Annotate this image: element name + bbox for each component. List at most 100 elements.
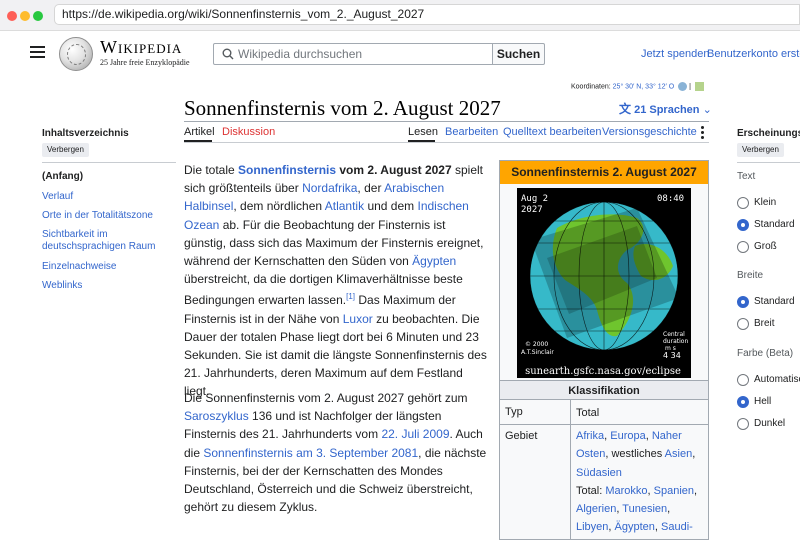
link-asien[interactable]: Asien (665, 448, 693, 460)
infobox: Sonnenfinsternis 2. August 2027 Aug 2 20… (499, 160, 709, 540)
main-menu-icon[interactable] (30, 46, 45, 59)
eclipse-map-image[interactable]: Aug 2 2027 08:40 © 2000 A.T.Sinclair Cen… (517, 188, 691, 378)
radio-color-dunkel[interactable] (737, 418, 749, 430)
image-duration-value: 4 34 (663, 351, 681, 360)
tab-history[interactable]: Versionsgeschichte (602, 126, 697, 138)
wikipedia-tagline: 25 Jahre freie Enzyklopädie (100, 58, 190, 67)
title-divider (184, 121, 709, 122)
link-marokko[interactable]: Marokko (605, 485, 647, 497)
link-saroszyklus[interactable]: Saroszyklus (184, 409, 249, 423)
link-sonnenfinsternis-2081[interactable]: Sonnenfinsternis am 3. September 2081 (203, 446, 418, 460)
toc-item-einzelnachweise[interactable]: Einzelnachweise (42, 261, 176, 273)
infobox-title: Sonnenfinsternis 2. August 2027 (500, 161, 708, 184)
create-account-link[interactable]: Benutzerkonto erstellen (707, 48, 800, 60)
color-label: Farbe (Beta) (737, 348, 794, 359)
infobox-row-typ: Typ Total (500, 401, 708, 425)
article-paragraph-1: Die totale Sonnenfinsternis vom 2. Augus… (184, 163, 487, 399)
tab-read[interactable]: Lesen (408, 126, 438, 138)
link-atlantik[interactable]: Atlantik (325, 199, 364, 213)
radio-color-auto[interactable] (737, 374, 749, 386)
browser-toolbar: https://de.wikipedia.org/wiki/Sonnenfins… (0, 0, 800, 31)
link-22-juli-2009[interactable]: 22. Juli 2009 (381, 427, 449, 441)
toc-heading: Inhaltsverzeichnis (42, 128, 129, 139)
appearance-divider (737, 162, 800, 163)
infobox-gebiet-label: Gebiet (505, 430, 538, 442)
article-paragraph-2: Die Sonnenfinsternis vom 2. August 2027 … (184, 391, 487, 515)
language-button[interactable]: 文 21 Sprachen ⌄ (619, 100, 712, 117)
image-credit: sunearth.gsfc.nasa.gov/eclipse (525, 366, 681, 377)
infobox-typ-label: Typ (505, 406, 523, 418)
donate-link[interactable]: Jetzt spenden (641, 48, 710, 60)
link-suedasien[interactable]: Südasien (576, 467, 622, 479)
address-bar[interactable]: https://de.wikipedia.org/wiki/Sonnenfins… (54, 4, 800, 25)
link-tunesien[interactable]: Tunesien (622, 503, 667, 515)
coordinates-link[interactable]: 25° 30′ N, 33° 12′ O (613, 83, 675, 90)
link-afrika[interactable]: Afrika (576, 430, 604, 442)
toc-hide-button[interactable]: Verbergen (42, 143, 89, 157)
width-label: Breite (737, 270, 764, 281)
wikipedia-globe-logo[interactable] (59, 37, 93, 71)
appearance-heading: Erscheinungsbild (737, 128, 800, 139)
image-date: Aug 2 (521, 194, 548, 204)
image-duration-label-1: Central (663, 331, 685, 338)
search-placeholder: Wikipedia durchsuchen (238, 47, 363, 61)
infobox-gebiet-value: Afrika, Europa, Naher Osten, westliches … (576, 430, 698, 534)
color-option-hell: Hell (754, 396, 772, 407)
maximize-window-button[interactable] (33, 11, 43, 21)
image-time: 08:40 (657, 194, 684, 204)
footnote-1[interactable]: [1] (346, 292, 355, 301)
link-libyen[interactable]: Libyen (576, 521, 608, 533)
image-duration-label-2: duration (663, 338, 688, 345)
infobox-section-klassifikation: Klassifikation (500, 380, 708, 400)
tab-edit[interactable]: Bearbeiten (445, 126, 498, 138)
link-saudi-arabien[interactable]: Saudi- (661, 521, 693, 533)
toc-item-weblinks[interactable]: Weblinks (42, 280, 176, 292)
link-europa[interactable]: Europa (610, 430, 645, 442)
link-sonnenfinsternis[interactable]: Sonnenfinsternis (238, 163, 336, 177)
text-option-gross: Groß (754, 241, 777, 252)
radio-width-standard[interactable] (737, 296, 749, 308)
link-algerien[interactable]: Algerien (576, 503, 616, 515)
toc-item-orte[interactable]: Orte in der Totalitätszone (42, 210, 176, 222)
toc-item-verlauf[interactable]: Verlauf (42, 191, 176, 203)
wikipedia-wordmark[interactable]: Wikipedia (100, 37, 182, 58)
page-title: Sonnenfinsternis vom 2. August 2027 (184, 96, 501, 120)
appearance-hide-button[interactable]: Verbergen (737, 143, 784, 157)
toc-divider (42, 162, 176, 163)
color-option-auto: Automatisch (754, 374, 800, 385)
globe-map-icon[interactable] (678, 82, 688, 91)
link-nordafrika[interactable]: Nordafrika (302, 181, 357, 195)
minimize-window-button[interactable] (20, 11, 30, 21)
link-spanien[interactable]: Spanien (654, 485, 694, 497)
search-icon (222, 48, 234, 60)
coordinates: Koordinaten: 25° 30′ N, 33° 12′ O | (571, 82, 704, 91)
image-copyright: © 2000 (525, 341, 548, 348)
radio-color-hell[interactable] (737, 396, 749, 408)
link-luxor[interactable]: Luxor (343, 312, 373, 326)
radio-text-gross[interactable] (737, 241, 749, 253)
toc-item-anfang[interactable]: (Anfang) (42, 171, 176, 183)
translate-icon: 文 (619, 102, 632, 116)
eclipse-globe-graphic: Aug 2 2027 08:40 © 2000 A.T.Sinclair Cen… (517, 188, 691, 378)
radio-width-breit[interactable] (737, 318, 749, 330)
text-option-klein: Klein (754, 197, 777, 208)
infobox-typ-value: Total (576, 407, 600, 419)
search-button[interactable]: Suchen (492, 43, 545, 65)
radio-text-klein[interactable] (737, 197, 749, 209)
more-tools-icon[interactable] (701, 125, 705, 141)
tabs-divider (184, 142, 709, 143)
tab-edit-source[interactable]: Quelltext bearbeiten (503, 126, 601, 138)
width-option-standard: Standard (754, 296, 795, 307)
link-aegypten-infobox[interactable]: Ägypten (615, 521, 655, 533)
infobox-column-divider (570, 400, 571, 539)
close-window-button[interactable] (7, 11, 17, 21)
radio-text-standard[interactable] (737, 219, 749, 231)
search-input[interactable]: Wikipedia durchsuchen (213, 43, 493, 65)
link-aegypten[interactable]: Ägypten (412, 254, 456, 268)
toc-item-sichtbarkeit[interactable]: Sichtbarkeit im deutschsprachigen Raum (42, 229, 176, 253)
tab-discussion[interactable]: Diskussion (222, 126, 275, 138)
osm-map-icon[interactable] (694, 82, 704, 91)
text-size-label: Text (737, 171, 756, 182)
width-option-breit: Breit (754, 318, 775, 329)
tab-article[interactable]: Artikel (184, 126, 215, 138)
